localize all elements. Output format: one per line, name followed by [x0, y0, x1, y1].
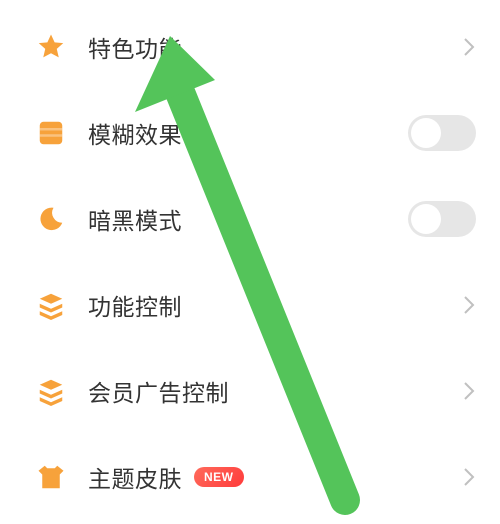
chevron-right-icon — [462, 293, 476, 317]
row-feature-control[interactable]: 功能控制 — [0, 262, 500, 348]
row-ad-control[interactable]: 会员广告控制 — [0, 348, 500, 434]
chevron-right-icon — [462, 379, 476, 403]
toggle-knob — [411, 118, 441, 148]
row-label: 功能控制 — [88, 288, 182, 322]
toggle-dark[interactable] — [408, 201, 476, 237]
shirt-icon — [36, 462, 66, 492]
toggle-blur[interactable] — [408, 115, 476, 151]
menu-list: 特色功能 模糊效果 暗黑模式 — [0, 0, 500, 524]
row-label: 特色功能 — [88, 30, 182, 64]
row-label: 会员广告控制 — [88, 374, 229, 408]
moon-icon — [36, 204, 66, 234]
row-help[interactable]: 帮助中心 — [0, 520, 500, 524]
stack-icon — [36, 290, 66, 320]
row-label: 主题皮肤 — [88, 460, 182, 494]
row-dark-mode[interactable]: 暗黑模式 — [0, 176, 500, 262]
layers-icon — [36, 118, 66, 148]
row-featured[interactable]: 特色功能 — [0, 4, 500, 90]
new-badge: NEW — [194, 467, 244, 487]
toggle-knob — [411, 204, 441, 234]
row-label: 模糊效果 — [88, 116, 182, 150]
chevron-right-icon — [462, 465, 476, 489]
row-blur[interactable]: 模糊效果 — [0, 90, 500, 176]
row-theme[interactable]: 主题皮肤 NEW — [0, 434, 500, 520]
chevron-right-icon — [462, 35, 476, 59]
star-icon — [36, 32, 66, 62]
settings-menu: 特色功能 模糊效果 暗黑模式 — [0, 0, 500, 524]
stack-icon — [36, 376, 66, 406]
row-label: 暗黑模式 — [88, 202, 182, 236]
